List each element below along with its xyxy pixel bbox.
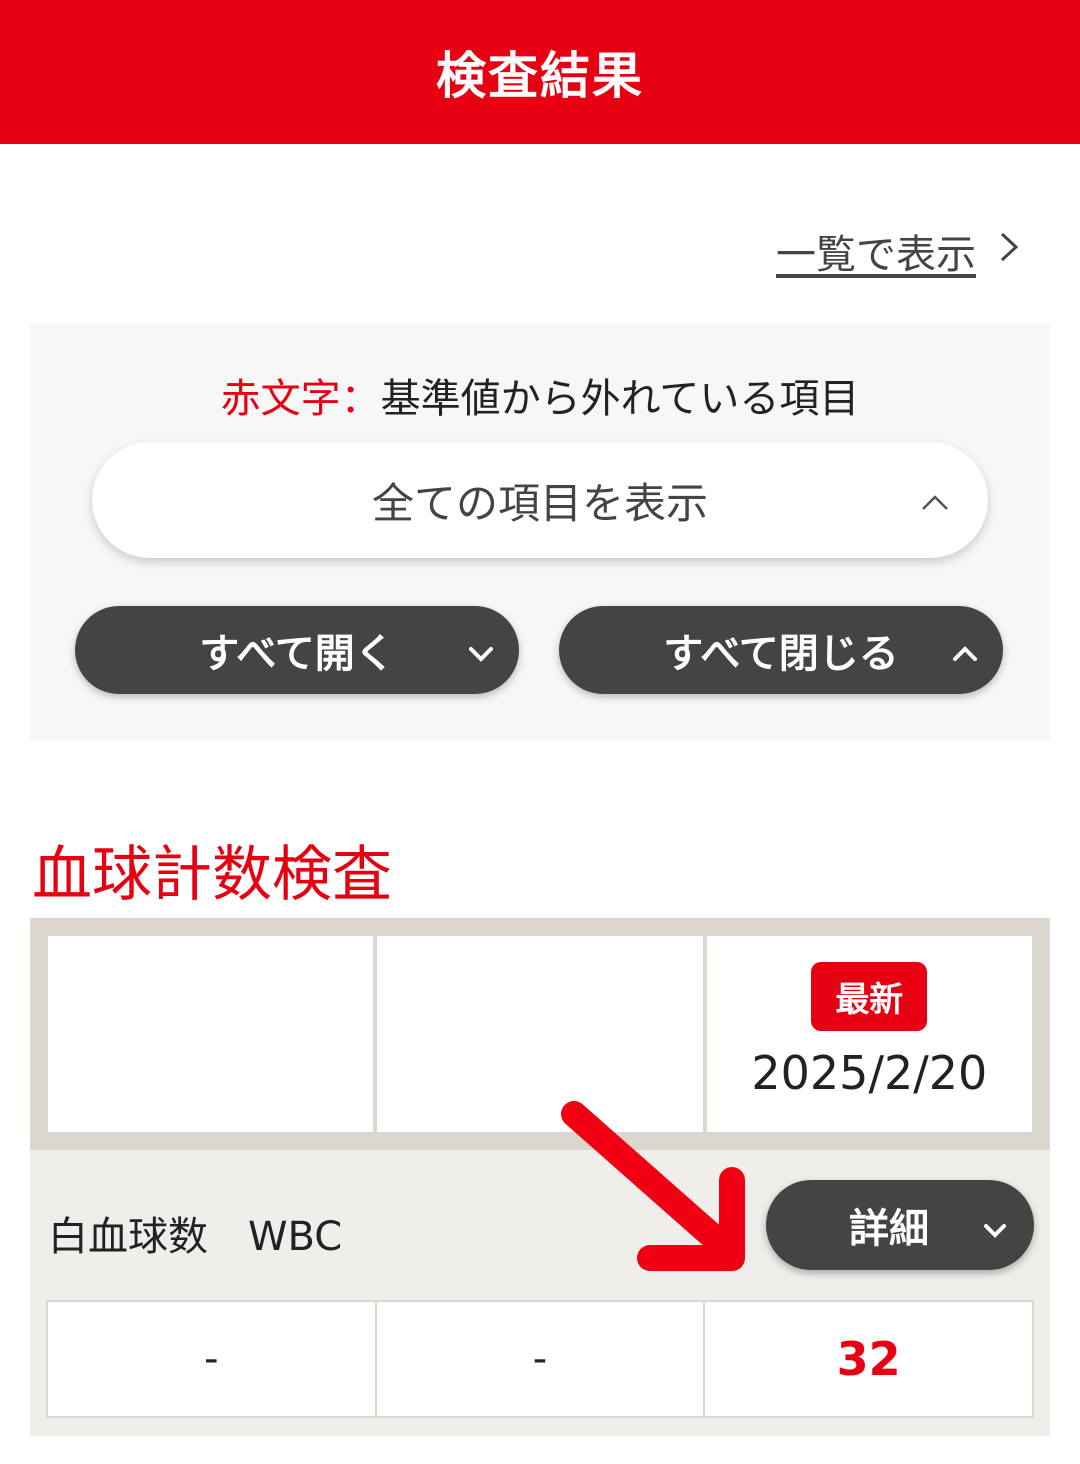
test-item-label: 白血球数 WBC xyxy=(48,1214,343,1260)
value-row: - - 32 xyxy=(46,1300,1034,1418)
chevron-down-icon xyxy=(980,1210,1010,1240)
list-view-link-label: 一覧で表示 xyxy=(776,232,976,278)
section-title: 血球計数検査 xyxy=(32,840,392,910)
chevron-down-icon xyxy=(465,634,497,666)
detail-button[interactable]: 詳細 xyxy=(766,1180,1034,1270)
collapse-all-button[interactable]: すべて閉じる xyxy=(559,606,1003,694)
item-filter-value: 全ての項目を表示 xyxy=(371,478,708,528)
date-value: 2025/2/20 xyxy=(751,1046,988,1100)
item-filter-select[interactable]: 全ての項目を表示 xyxy=(92,442,988,558)
date-header-row: 最新 2025/2/20 xyxy=(30,918,1050,1150)
red-arrow-annotation xyxy=(561,1101,745,1271)
chevron-up-icon xyxy=(949,634,981,666)
result-table: 最新 2025/2/20 白血球数 WBC 詳細 - - 32 xyxy=(30,918,1050,1436)
legend: 赤文字：基準値から外れている項目 xyxy=(30,366,1050,424)
value-cell-abnormal: 32 xyxy=(705,1302,1033,1416)
filter-panel: 赤文字：基準値から外れている項目 全ての項目を表示 すべて開く すべて閉じる xyxy=(30,324,1050,740)
chevron-up-icon xyxy=(918,480,952,514)
latest-badge: 最新 xyxy=(811,962,928,1031)
legend-text: 基準値から外れている項目 xyxy=(380,376,860,422)
legend-red-label: 赤文字： xyxy=(220,376,381,422)
list-view-link[interactable]: 一覧で表示 xyxy=(776,222,1020,280)
collapse-all-label: すべて閉じる xyxy=(663,631,899,677)
date-cell xyxy=(48,936,374,1132)
value-cell: - xyxy=(48,1302,375,1416)
detail-button-label: 詳細 xyxy=(849,1206,929,1252)
expand-all-label: すべて開く xyxy=(199,631,395,677)
value-cell: - xyxy=(376,1302,704,1416)
expand-all-button[interactable]: すべて開く xyxy=(75,606,519,694)
page-title: 検査結果 xyxy=(436,47,644,105)
app-header: 検査結果 xyxy=(0,0,1080,144)
chevron-right-icon xyxy=(998,229,1020,273)
